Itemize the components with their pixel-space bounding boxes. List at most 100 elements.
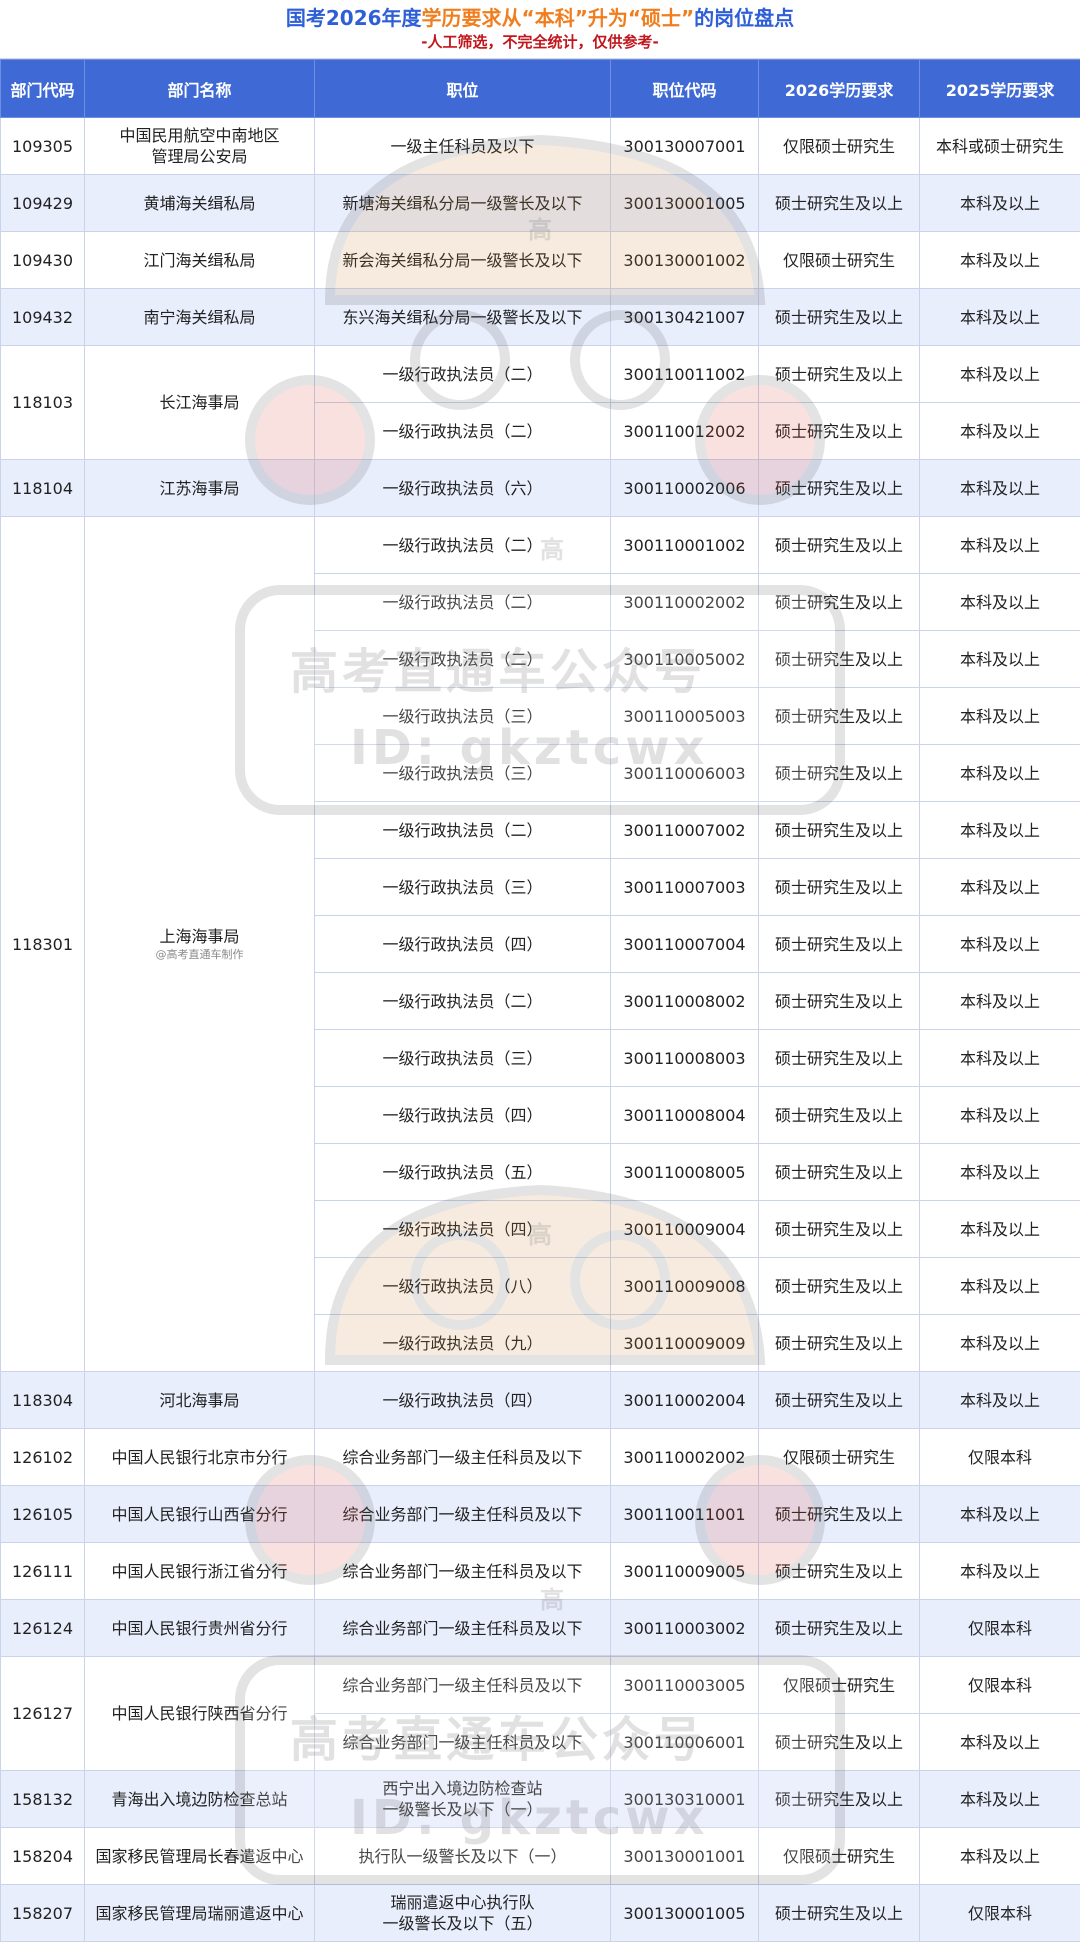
position-code-cell: 300110007003 xyxy=(610,858,759,916)
position-cell: 一级行政执法员（九） xyxy=(314,1314,611,1372)
position-code-cell: 300110001002 xyxy=(610,516,759,574)
credit-note: @高考直通车制作 xyxy=(155,947,244,961)
requirement-2026-cell: 硕士研究生及以上 xyxy=(758,1257,920,1315)
requirement-2025-cell: 本科及以上 xyxy=(919,573,1080,631)
department-name: 国家移民管理局长春遣返中心 xyxy=(95,1846,304,1866)
department-name: 长江海事局 xyxy=(159,393,240,412)
department-name-cell: 国家移民管理局长春遣返中心 xyxy=(84,1827,315,1885)
position-code-cell: 300110008002 xyxy=(610,972,759,1030)
requirement-2026-cell: 硕士研究生及以上 xyxy=(758,915,920,973)
position-code-cell: 300110002004 xyxy=(610,1371,759,1429)
table-row: 109305 中国民用航空中南地区 管理局公安局 一级主任科员及以下 30013000… xyxy=(0,117,1080,175)
department-name: 上海海事局 xyxy=(159,926,240,946)
requirement-2025-cell: 本科及以上 xyxy=(919,516,1080,574)
department-name-cell: 黄埔海关缉私局 xyxy=(84,174,315,232)
title-part-2: 学历要求从“本科”升为“硕士” xyxy=(421,6,695,30)
requirement-2026-cell: 硕士研究生及以上 xyxy=(758,516,920,574)
requirement-2025-cell: 本科及以上 xyxy=(919,915,1080,973)
position-cell: 一级行政执法员（三） xyxy=(314,1029,611,1087)
requirement-2026-cell: 硕士研究生及以上 xyxy=(758,687,920,745)
requirement-2025-cell: 本科及以上 xyxy=(919,1713,1080,1771)
requirement-2026-cell: 硕士研究生及以上 xyxy=(758,459,920,517)
position-code-cell: 300110009008 xyxy=(610,1257,759,1315)
department-code-cell: 158204 xyxy=(0,1827,85,1885)
position-code-cell: 300110007004 xyxy=(610,915,759,973)
requirement-2025-cell: 仅限本科 xyxy=(919,1428,1080,1486)
table-row: 158132 青海出入境边防检查总站 西宁出入境边防检查站 一级警长及以下（一） 30… xyxy=(0,1770,1080,1828)
position-cell: 一级行政执法员（二） xyxy=(314,516,611,574)
department-code-cell: 109430 xyxy=(0,231,85,289)
table-body: 109305 中国民用航空中南地区 管理局公安局 一级主任科员及以下 30013000… xyxy=(0,117,1080,1942)
requirement-2025-cell: 本科及以上 xyxy=(919,402,1080,460)
department-name: 国家移民管理局瑞丽遣返中心 xyxy=(95,1903,304,1923)
position-code-cell: 300110009005 xyxy=(610,1542,759,1600)
requirement-2026-cell: 硕士研究生及以上 xyxy=(758,573,920,631)
requirement-2026-cell: 硕士研究生及以上 xyxy=(758,174,920,232)
department-name: 中国人民银行山西省分行 xyxy=(111,1504,288,1524)
position-code-cell: 300110002002 xyxy=(610,1428,759,1486)
requirement-2026-cell: 硕士研究生及以上 xyxy=(758,1200,920,1258)
requirement-2025-cell: 本科及以上 xyxy=(919,801,1080,859)
department-code-cell: 109429 xyxy=(0,174,85,232)
department-name: 南宁海关缉私局 xyxy=(143,307,256,327)
position-cell: 一级行政执法员（三） xyxy=(314,858,611,916)
requirement-2026-cell: 硕士研究生及以上 xyxy=(758,630,920,688)
position-cell: 一级行政执法员（六） xyxy=(314,459,611,517)
requirement-2025-cell: 本科及以上 xyxy=(919,1029,1080,1087)
position-code-cell: 300110012002 xyxy=(610,402,759,460)
position-code-cell: 300110002002 xyxy=(610,573,759,631)
page-subtitle: -人工筛选，不完全统计，仅供参考- xyxy=(421,33,659,51)
position-cell: 一级行政执法员（三） xyxy=(314,744,611,802)
requirement-2026-cell: 硕士研究生及以上 xyxy=(758,1770,920,1828)
position-cell: 一级行政执法员（四） xyxy=(314,1200,611,1258)
position-cell: 一级行政执法员（二） xyxy=(314,801,611,859)
department-name-cell: 江门海关缉私局 xyxy=(84,231,315,289)
requirement-2026-cell: 硕士研究生及以上 xyxy=(758,288,920,346)
department-name: 中国人民银行浙江省分行 xyxy=(111,1561,288,1581)
positions-table: 部门代码 部门名称 职位 职位代码 2026学历要求 2025学历要求 1093… xyxy=(0,59,1080,1942)
title-part-3: 的岗位盘点 xyxy=(694,6,795,30)
page-header: 国考2026年度学历要求从“本科”升为“硕士”的岗位盘点 -人工筛选，不完全统计… xyxy=(0,0,1080,59)
department-name-cell: 中国人民银行北京市分行 xyxy=(84,1428,315,1486)
page-title: 国考2026年度学历要求从“本科”升为“硕士”的岗位盘点 xyxy=(0,0,1080,31)
position-cell: 一级行政执法员（二） xyxy=(314,573,611,631)
position-cell: 西宁出入境边防检查站 一级警长及以下（一） xyxy=(314,1770,611,1828)
requirement-2026-cell: 硕士研究生及以上 xyxy=(758,801,920,859)
column-header: 部门名称 xyxy=(84,59,315,118)
position-cell: 一级行政执法员（四） xyxy=(314,915,611,973)
position-cell: 执行队一级警长及以下（一） xyxy=(314,1827,611,1885)
department-name-cell: 中国人民银行山西省分行 xyxy=(84,1485,315,1543)
table-row: 126105 中国人民银行山西省分行 综合业务部门一级主任科员及以下 30011001… xyxy=(0,1485,1080,1543)
requirement-2025-cell: 本科及以上 xyxy=(919,744,1080,802)
requirement-2026-cell: 硕士研究生及以上 xyxy=(758,1485,920,1543)
department-name-cell: 中国民用航空中南地区 管理局公安局 xyxy=(84,117,315,175)
requirement-2025-cell: 仅限本科 xyxy=(919,1656,1080,1714)
position-code-cell: 300110011002 xyxy=(610,345,759,403)
department-code-cell: 126127 xyxy=(0,1656,85,1771)
department-name-cell: 国家移民管理局瑞丽遣返中心 xyxy=(84,1884,315,1942)
requirement-2025-cell: 本科及以上 xyxy=(919,972,1080,1030)
requirement-2025-cell: 本科及以上 xyxy=(919,1200,1080,1258)
position-code-cell: 300110009004 xyxy=(610,1200,759,1258)
position-code-cell: 300130001005 xyxy=(610,174,759,232)
department-code-cell: 118103 xyxy=(0,345,85,460)
requirement-2026-cell: 硕士研究生及以上 xyxy=(758,1599,920,1657)
department-name-cell: 河北海事局 xyxy=(84,1371,315,1429)
department-name: 青海出入境边防检查总站 xyxy=(111,1789,288,1809)
table-row: 158207 国家移民管理局瑞丽遣返中心 瑞丽遣返中心执行队 一级警长及以下（五） 3… xyxy=(0,1884,1080,1942)
position-code-cell: 300110005002 xyxy=(610,630,759,688)
requirement-2025-cell: 本科及以上 xyxy=(919,687,1080,745)
table-row: 158204 国家移民管理局长春遣返中心 执行队一级警长及以下（一） 30013000… xyxy=(0,1827,1080,1885)
department-code-cell: 109432 xyxy=(0,288,85,346)
table-row: 118304 河北海事局 一级行政执法员（四） 300110002004 硕士研究生及以… xyxy=(0,1371,1080,1429)
department-name-cell: 长江海事局 xyxy=(84,345,315,460)
table-row: 109429 黄埔海关缉私局 新塘海关缉私分局一级警长及以下 300130001005… xyxy=(0,174,1080,232)
requirement-2026-cell: 硕士研究生及以上 xyxy=(758,1086,920,1144)
requirement-2025-cell: 本科及以上 xyxy=(919,1485,1080,1543)
position-code-cell: 300110008003 xyxy=(610,1029,759,1087)
requirement-2025-cell: 本科及以上 xyxy=(919,288,1080,346)
position-cell: 综合业务部门一级主任科员及以下 xyxy=(314,1713,611,1771)
position-cell: 一级行政执法员（四） xyxy=(314,1371,611,1429)
title-part-1: 国考2026年度 xyxy=(285,6,422,30)
department-code-cell: 126105 xyxy=(0,1485,85,1543)
